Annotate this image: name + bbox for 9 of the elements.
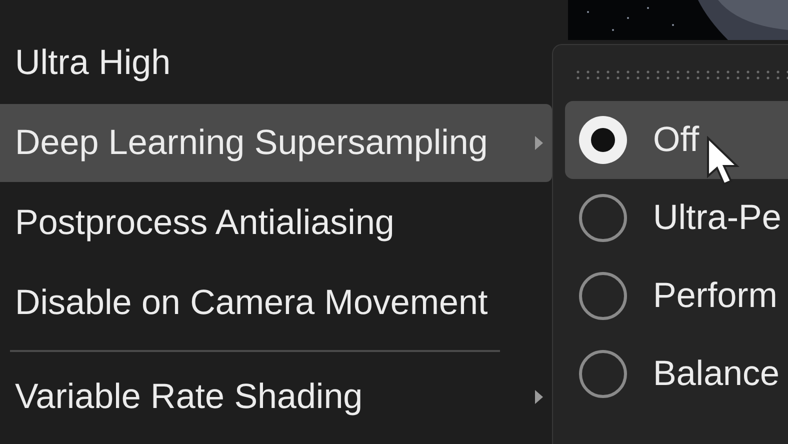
radio-option[interactable]: Balance (565, 335, 788, 413)
menu-item[interactable]: Deep Learning Supersampling (0, 104, 552, 182)
radio-option[interactable]: Off (565, 101, 788, 179)
menu-item[interactable]: Ultra High (0, 24, 552, 102)
menu-item[interactable]: Disable on Camera Movement (0, 264, 552, 342)
radio-option[interactable]: Perform (565, 257, 788, 335)
menu-item[interactable]: Postprocess Antialiasing (0, 184, 552, 262)
radio-option[interactable]: Ultra-Pe (565, 179, 788, 257)
menu-item[interactable]: Variable Rate Shading (0, 358, 552, 436)
